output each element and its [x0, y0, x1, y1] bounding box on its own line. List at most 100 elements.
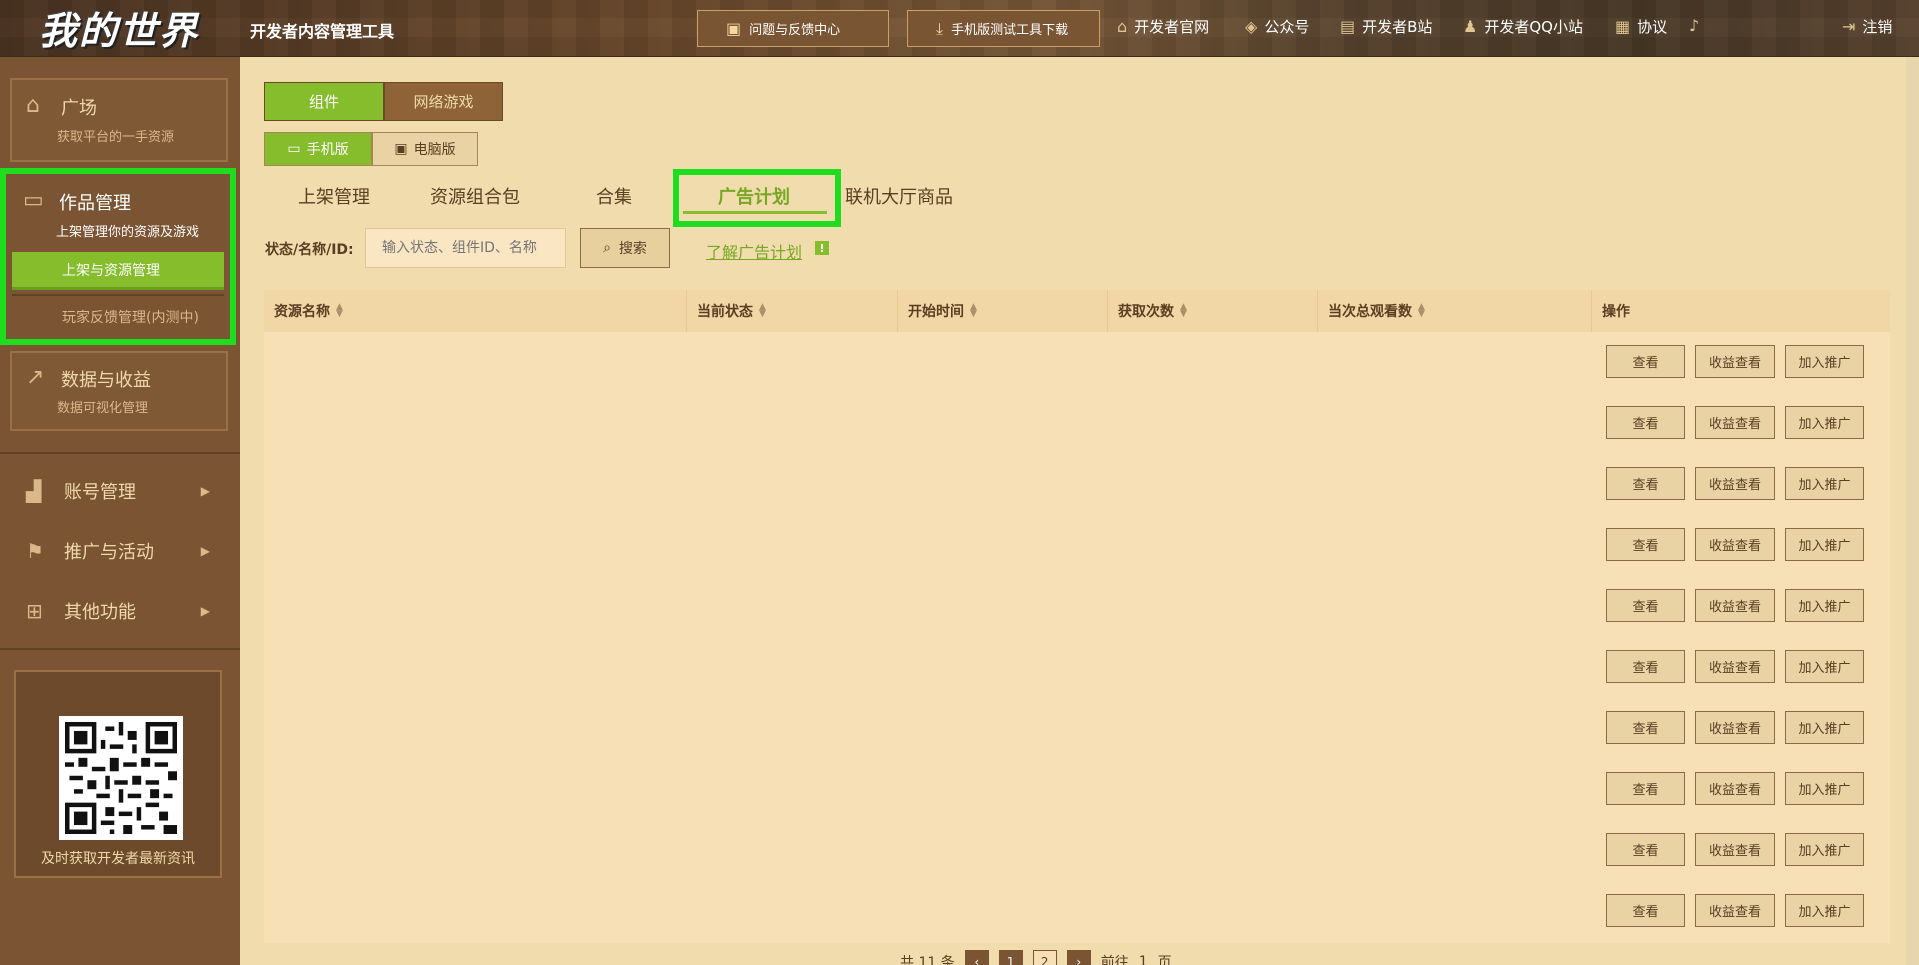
wechat-icon: ◈	[1245, 17, 1258, 36]
search-button[interactable]: ⌕ 搜索	[580, 228, 670, 268]
view-button[interactable]: 查看	[1606, 528, 1685, 561]
sidebar-item-account[interactable]: ▟ 账号管理 ▶	[0, 466, 240, 516]
revenue-view-button[interactable]: 收益查看	[1695, 528, 1775, 561]
notifications-button[interactable]: ♪	[1689, 16, 1699, 35]
sidebar-item-player-feedback[interactable]: 玩家反馈管理(内测中)	[12, 294, 224, 338]
sidebar-card-works[interactable]: ▭ 作品管理 上架管理你的资源及游戏 上架与资源管理 玩家反馈管理(内测中)	[0, 168, 236, 345]
page-button-current[interactable]: 2	[1032, 950, 1057, 965]
column-header-resource-name[interactable]: 资源名称 ▲ ▼	[264, 290, 687, 332]
add-promotion-button[interactable]: 加入推广	[1785, 772, 1864, 805]
download-icon: ⤓	[936, 18, 944, 38]
player-feedback-label: 玩家反馈管理(内测中)	[62, 310, 199, 326]
add-promotion-button[interactable]: 加入推广	[1785, 833, 1864, 866]
add-promotion-button[interactable]: 加入推广	[1785, 711, 1864, 744]
goto-input[interactable]: 1	[1139, 954, 1148, 965]
revenue-view-button[interactable]: 收益查看	[1695, 345, 1775, 378]
add-promotion-button[interactable]: 加入推广	[1785, 650, 1864, 683]
document-icon: ▦	[1615, 17, 1631, 36]
revenue-view-button[interactable]: 收益查看	[1695, 833, 1775, 866]
revenue-view-button[interactable]: 收益查看	[1695, 711, 1775, 744]
tab-pc[interactable]: ▣ 电脑版	[372, 132, 478, 166]
qr-caption: 及时获取开发者最新资讯	[41, 851, 195, 867]
column-header-total-views[interactable]: 当次总观看数 ▲ ▼	[1318, 290, 1592, 332]
page-suffix: 页	[1157, 955, 1172, 965]
column-header-status[interactable]: 当前状态 ▲ ▼	[687, 290, 898, 332]
page-next-button[interactable]: ›	[1066, 950, 1091, 965]
add-promotion-button[interactable]: 加入推广	[1785, 345, 1864, 378]
agreement-link[interactable]: ▦ 协议	[1615, 16, 1667, 37]
view-button[interactable]: 查看	[1606, 406, 1685, 439]
view-button[interactable]: 查看	[1606, 345, 1685, 378]
page-scrollbar[interactable]	[1906, 57, 1919, 965]
page-prev-button[interactable]: ‹	[964, 950, 989, 965]
view-button[interactable]: 查看	[1606, 711, 1685, 744]
view-button[interactable]: 查看	[1606, 833, 1685, 866]
sidebar-item-promotion[interactable]: ⚑ 推广与活动 ▶	[0, 526, 240, 576]
add-promotion-button[interactable]: 加入推广	[1785, 589, 1864, 622]
add-promotion-button[interactable]: 加入推广	[1785, 406, 1864, 439]
qr-code	[59, 716, 183, 840]
info-icon: !	[815, 241, 829, 255]
sort-icon[interactable]: ▲ ▼	[336, 303, 343, 319]
sort-icon[interactable]: ▲ ▼	[759, 303, 766, 319]
account-icon: ▟	[26, 479, 42, 503]
tab-listing-management[interactable]: 上架管理	[298, 183, 370, 209]
revenue-view-button[interactable]: 收益查看	[1695, 894, 1775, 927]
table-row: 查看 收益查看 加入推广	[264, 881, 1890, 942]
folder-icon: ▭	[23, 188, 44, 213]
wechat-link[interactable]: ◈ 公众号	[1245, 16, 1309, 37]
add-promotion-button[interactable]: 加入推广	[1785, 467, 1864, 500]
revenue-view-button[interactable]: 收益查看	[1695, 772, 1775, 805]
sidebar-item-listing-resources[interactable]: 上架与资源管理	[12, 252, 224, 290]
developer-site-link[interactable]: ⌂ 开发者官网	[1117, 16, 1209, 37]
test-tool-download-button[interactable]: ⤓ 手机版测试工具下载	[907, 10, 1100, 47]
other-label: 其他功能	[64, 602, 136, 623]
view-button[interactable]: 查看	[1606, 467, 1685, 500]
revenue-view-button[interactable]: 收益查看	[1695, 467, 1775, 500]
sidebar-card-square[interactable]: ⌂ 广场 获取平台的一手资源	[10, 78, 228, 162]
column-header-start-time[interactable]: 开始时间 ▲ ▼	[898, 290, 1108, 332]
data-title: 数据与收益	[61, 370, 151, 391]
tab-resource-bundle[interactable]: 资源组合包	[430, 183, 520, 209]
column-label: 开始时间	[908, 304, 964, 320]
table-row: 查看 收益查看 加入推广	[264, 637, 1890, 698]
tab-collection[interactable]: 合集	[596, 183, 632, 209]
tab-component[interactable]: 组件	[264, 82, 384, 121]
sort-icon[interactable]: ▲ ▼	[1180, 303, 1187, 319]
sort-icon[interactable]: ▲ ▼	[1418, 303, 1425, 319]
tab-network-game[interactable]: 网络游戏	[384, 82, 503, 121]
bilibili-link[interactable]: ▤ 开发者B站	[1340, 16, 1432, 37]
flag-icon: ⚑	[26, 539, 44, 563]
sidebar-item-other[interactable]: ⊞ 其他功能 ▶	[0, 586, 240, 636]
revenue-view-button[interactable]: 收益查看	[1695, 406, 1775, 439]
view-button[interactable]: 查看	[1606, 894, 1685, 927]
pagination-total: 共 11 条	[900, 955, 955, 965]
promotion-label: 推广与活动	[64, 542, 154, 563]
logout-button[interactable]: ⇥ 注销	[1842, 16, 1892, 37]
add-promotion-button[interactable]: 加入推广	[1785, 528, 1864, 561]
revenue-view-button[interactable]: 收益查看	[1695, 650, 1775, 683]
search-button-label: 搜索	[618, 241, 647, 257]
table-row: 查看 收益查看 加入推广	[264, 820, 1890, 881]
view-button[interactable]: 查看	[1606, 650, 1685, 683]
add-promotion-button[interactable]: 加入推广	[1785, 894, 1864, 927]
minecraft-logo[interactable]: 我的世界	[34, 4, 204, 53]
search-input[interactable]	[365, 228, 566, 268]
column-header-acquire-count[interactable]: 获取次数 ▲ ▼	[1108, 290, 1318, 332]
sidebar-card-data[interactable]: ↗ 数据与收益 数据可视化管理	[10, 351, 228, 431]
qr-panel: 及时获取开发者最新资讯	[14, 670, 222, 878]
tab-mobile[interactable]: ▭ 手机版	[264, 132, 372, 166]
qq-link[interactable]: ♟ 开发者QQ小站	[1463, 16, 1583, 37]
table-row: 查看 收益查看 加入推广	[264, 393, 1890, 454]
feedback-center-button[interactable]: ▣ 问题与反馈中心	[697, 10, 889, 47]
bell-icon: ♪	[1689, 16, 1700, 35]
page-button[interactable]: 1	[998, 950, 1023, 965]
view-button[interactable]: 查看	[1606, 772, 1685, 805]
tab-lobby-goods[interactable]: 联机大厅商品	[845, 183, 953, 209]
revenue-view-button[interactable]: 收益查看	[1695, 589, 1775, 622]
learn-ad-plan-link[interactable]: 了解广告计划	[706, 239, 802, 263]
logout-icon: ⇥	[1842, 17, 1856, 36]
view-button[interactable]: 查看	[1606, 589, 1685, 622]
chevron-right-icon: ▶	[200, 604, 210, 618]
sort-icon[interactable]: ▲ ▼	[970, 303, 977, 319]
